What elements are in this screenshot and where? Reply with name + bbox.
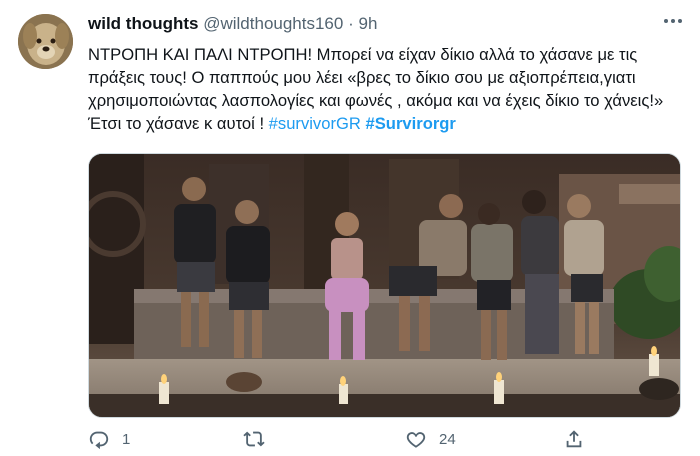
reply-count: 1: [122, 430, 131, 448]
display-name[interactable]: wild thoughts: [88, 14, 198, 33]
separator-dot: ·: [348, 14, 354, 33]
hashtag-survirorgr[interactable]: #Survirorgr: [366, 114, 456, 133]
share-icon: [566, 430, 582, 448]
timestamp[interactable]: 9h: [359, 14, 378, 33]
reply-icon: [89, 431, 109, 450]
tweet-photo[interactable]: [88, 153, 681, 418]
tweet-header: wild thoughts @wildthoughts160 · 9h: [88, 13, 377, 35]
retweet-icon: [243, 431, 265, 447]
like-button[interactable]: 24: [405, 428, 456, 450]
more-icon[interactable]: [662, 14, 684, 29]
like-icon: [406, 432, 426, 448]
tweet-text: ΝΤΡΟΠΗ ΚΑΙ ΠΑΛΙ ΝΤΡΟΠΗ! Μπορεί να είχαν …: [88, 43, 684, 135]
like-count: 24: [439, 430, 456, 448]
reply-button[interactable]: 1: [88, 428, 130, 450]
user-handle[interactable]: @wildthoughts160: [203, 14, 343, 33]
hashtag-survivorgr[interactable]: #survivorGR: [269, 114, 361, 133]
avatar[interactable]: [18, 14, 73, 69]
dog-avatar-icon: [18, 14, 73, 69]
tweet-actions: 1 24: [88, 428, 684, 452]
share-button[interactable]: [563, 428, 585, 450]
retweet-button[interactable]: [243, 428, 277, 450]
tweet[interactable]: wild thoughts @wildthoughts160 · 9h ΝΤΡΟ…: [0, 0, 700, 456]
photo-image: [89, 154, 680, 417]
